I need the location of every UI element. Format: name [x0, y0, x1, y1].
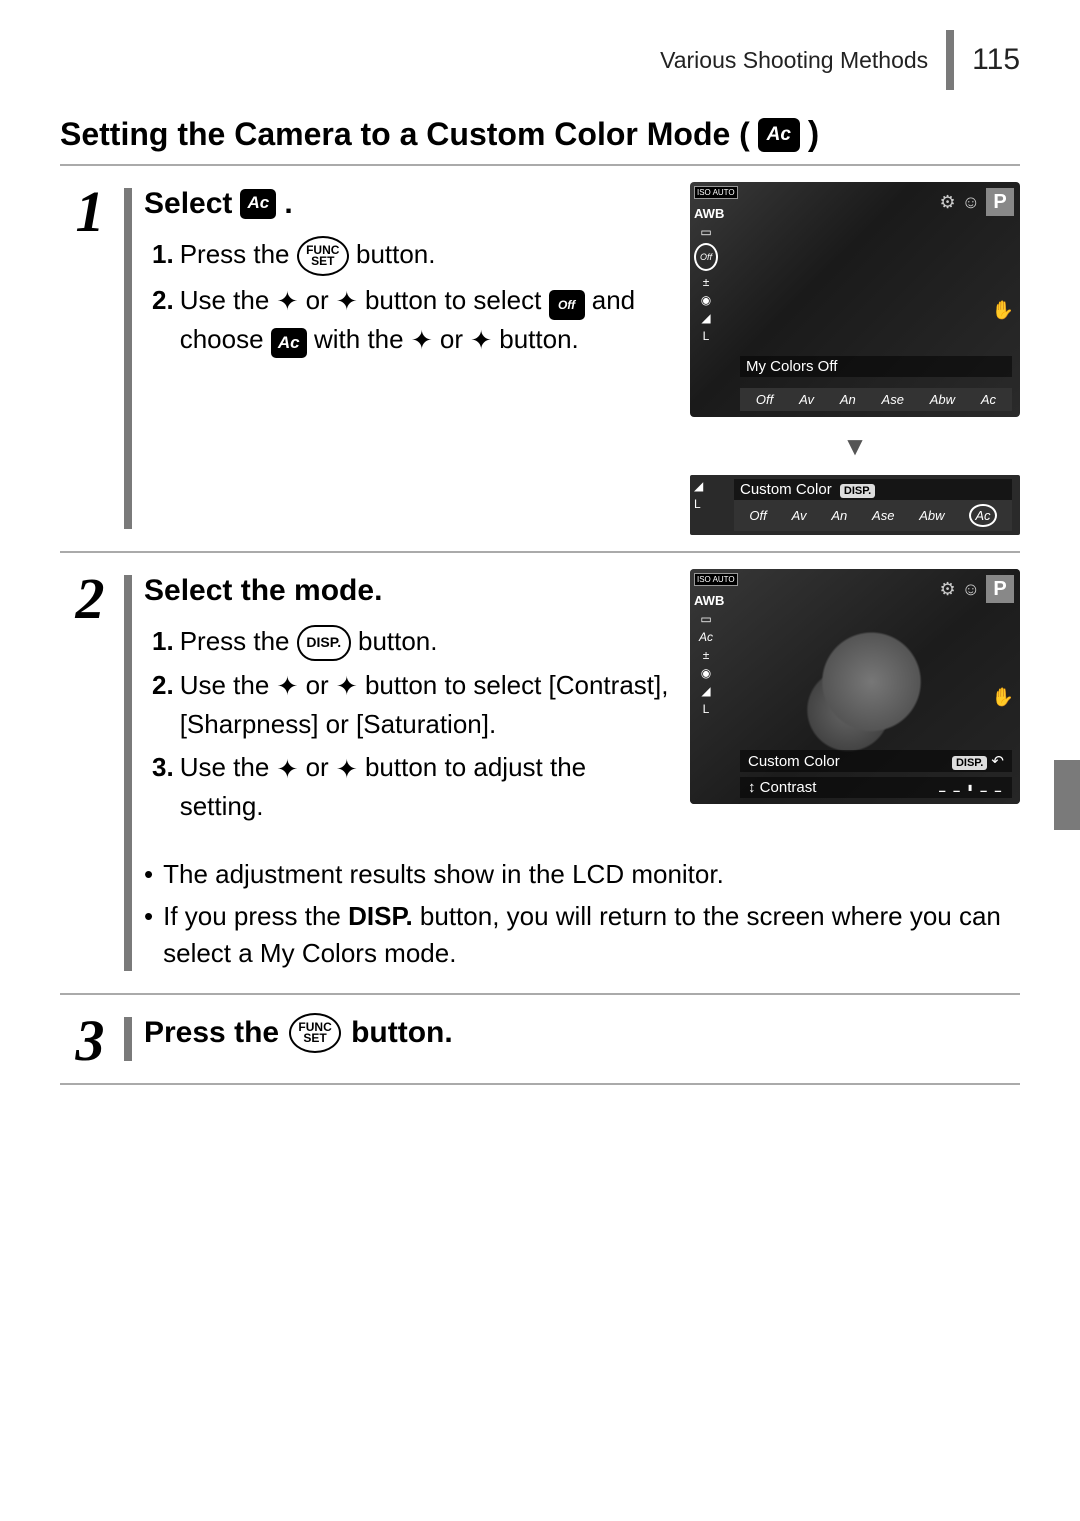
side-tab: [1054, 760, 1080, 830]
off-icon: Off: [549, 290, 585, 320]
drive-icon: ▭: [694, 225, 718, 239]
custom-color-label: Custom Color: [748, 753, 840, 770]
left-arrow-icon: ✦: [277, 751, 299, 789]
step-2: 2 Select the mode. 1. Press the DISP. bu…: [60, 553, 1020, 995]
page-number: 115: [972, 43, 1020, 77]
bullet-icon: •: [144, 856, 153, 894]
custom-color-options-row: Off Av An Ase Abw Ac: [734, 500, 1012, 531]
size-l-icon: L: [694, 329, 718, 343]
gear-icon: ⚙: [939, 579, 955, 600]
mycolors-off-label: My Colors Off: [740, 356, 1012, 377]
right-arrow-icon: ✦: [336, 751, 358, 789]
step-2-heading: Select the mode.: [144, 569, 674, 613]
down-arrow-icon: ▼: [842, 431, 868, 462]
size-l-icon: L: [694, 702, 718, 716]
face-icon: ☺: [962, 192, 980, 213]
disp-badge: DISP.: [840, 484, 875, 498]
step-3-heading: Press the FUNC SET button.: [144, 1011, 1020, 1055]
down-arrow-icon: ✦: [336, 668, 358, 706]
step-divider: [124, 188, 132, 529]
metering-icon: ◉: [694, 666, 718, 680]
quality-icon: ◢: [694, 311, 718, 325]
gear-icon: ⚙: [939, 192, 955, 213]
up-arrow-icon: ✦: [277, 283, 299, 321]
contrast-label: Contrast: [760, 779, 817, 796]
awb-icon: AWB: [694, 593, 718, 608]
shake-icon: ✋: [992, 687, 1014, 708]
bullet-icon: •: [144, 898, 153, 973]
contrast-slider: ▁ ▁ ▮ ▁ ▁: [939, 783, 1004, 792]
step-divider: [124, 1017, 132, 1061]
custom-color-icon: Ac: [758, 118, 800, 152]
camera-lcd-screenshot-3: ISO AUTO ⚙ ☺ P AWB ▭ Ac ± ◉ ◢: [690, 569, 1020, 804]
metering-icon: ◉: [694, 293, 718, 307]
title-text: Setting the Camera to a Custom Color Mod…: [60, 116, 750, 153]
step-1: 1 Select Ac . 1. Press the FUNC SET butt…: [60, 166, 1020, 553]
quality-icon: ◢: [694, 684, 718, 698]
mycolors-options-row: Off Av An Ase Abw Ac: [740, 388, 1012, 411]
down-arrow-icon: ✦: [336, 283, 358, 321]
page-header: Various Shooting Methods 115: [60, 30, 1020, 90]
custom-color-icon: Ac: [271, 328, 307, 358]
return-icon: ↶: [991, 753, 1004, 770]
updown-icon: ↕: [748, 779, 756, 796]
left-arrow-icon: ✦: [411, 322, 433, 360]
step-2-bullet-1: The adjustment results show in the LCD m…: [163, 856, 724, 894]
func-set-button-icon: FUNC SET: [289, 1013, 341, 1053]
p-mode-icon: P: [986, 575, 1014, 603]
custom-color-icon: Ac: [240, 189, 276, 219]
quality-icon: ◢: [694, 479, 703, 493]
disp-button-icon: DISP.: [297, 625, 351, 661]
shake-icon: ✋: [992, 300, 1014, 321]
p-mode-icon: P: [986, 188, 1014, 216]
func-set-button-icon: FUNC SET: [297, 236, 349, 276]
step-divider: [124, 575, 132, 971]
disp-text: DISP.: [348, 901, 413, 931]
mycolors-off-selected-icon: Off: [694, 243, 718, 271]
header-divider: [946, 30, 954, 90]
camera-lcd-screenshot-2: ◢ L Custom Color DISP. Off Av An Ase Abw…: [690, 475, 1020, 535]
right-arrow-icon: ✦: [470, 322, 492, 360]
mycolors-ac-icon: Ac: [694, 630, 718, 644]
awb-icon: AWB: [694, 206, 718, 221]
exposure-icon: ±: [694, 275, 718, 289]
face-icon: ☺: [962, 579, 980, 600]
drive-icon: ▭: [694, 612, 718, 626]
up-arrow-icon: ✦: [277, 668, 299, 706]
iso-indicator: ISO AUTO: [694, 573, 738, 586]
disp-badge: DISP.: [952, 756, 987, 770]
step-1-heading: Select Ac .: [144, 182, 674, 226]
exposure-icon: ±: [694, 648, 718, 662]
section-label: Various Shooting Methods: [660, 47, 928, 74]
step-1-number: 1: [60, 182, 120, 535]
size-l-icon: L: [694, 497, 703, 511]
step-2-number: 2: [60, 569, 120, 977]
step-3-number: 3: [60, 1011, 120, 1067]
iso-indicator: ISO AUTO: [694, 186, 738, 199]
camera-lcd-screenshot-1: ISO AUTO ⚙ ☺ P AWB ▭ Off ± ◉ ◢ L: [690, 182, 1020, 417]
custom-color-label: Custom Color: [740, 481, 832, 498]
step-3: 3 Press the FUNC SET button.: [60, 995, 1020, 1085]
page-title: Setting the Camera to a Custom Color Mod…: [60, 115, 1020, 154]
title-close-paren: ): [808, 115, 819, 154]
steps-container: 1 Select Ac . 1. Press the FUNC SET butt…: [60, 164, 1020, 1085]
